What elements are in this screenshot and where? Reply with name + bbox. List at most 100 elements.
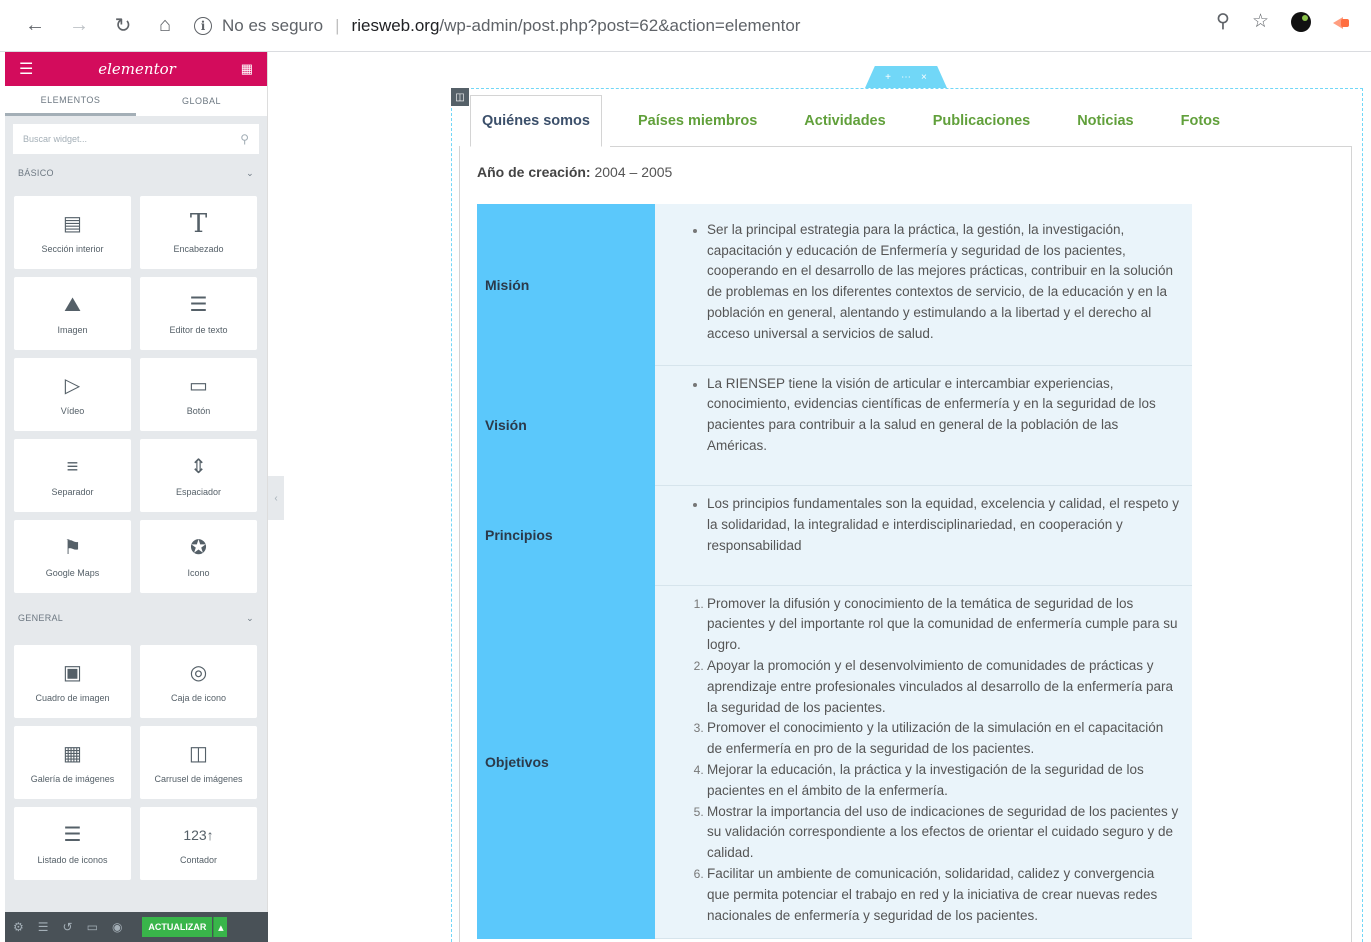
url-host: riesweb.org <box>351 15 440 35</box>
counter-icon: 123↑ <box>183 826 214 843</box>
text-editor-icon: ☰ <box>189 293 208 316</box>
reload-icon[interactable]: ↻ <box>108 11 138 41</box>
back-arrow-icon[interactable]: ← <box>20 11 50 41</box>
carousel-icon: ◫ <box>189 742 208 765</box>
icon-box-icon: ◎ <box>189 661 208 684</box>
tab-noticias[interactable]: Noticias <box>1066 95 1144 147</box>
browser-right-icons: ⚲ ☆ <box>1216 10 1351 33</box>
video-icon: ▷ <box>64 374 81 397</box>
widgets-grid-icon[interactable]: ▦ <box>241 61 253 77</box>
close-icon[interactable]: × <box>921 72 927 83</box>
widget-inner-section[interactable]: ▤ Sección interior <box>14 196 131 269</box>
map-icon: ⚑ <box>63 536 82 559</box>
add-section-icon[interactable]: + <box>885 72 891 83</box>
widget-label: Google Maps <box>45 567 100 578</box>
elementor-logo: elementor <box>98 60 176 78</box>
category-basic[interactable]: BÁSICO ⌄ <box>5 160 267 186</box>
responsive-mode-icon[interactable]: ▭ <box>87 920 98 934</box>
settings-gear-icon[interactable]: ⚙ <box>13 920 24 934</box>
security-status: No es seguro <box>222 15 324 35</box>
navigator-layers-icon[interactable]: ☰ <box>38 920 49 934</box>
table-row: Principios Los principios fundamentales … <box>477 485 1192 586</box>
column-handle-icon[interactable]: ◫ <box>451 88 469 106</box>
widget-text-editor[interactable]: ☰ Editor de texto <box>140 277 257 350</box>
extension-icon[interactable] <box>1291 11 1311 32</box>
widget-button[interactable]: ▭ Botón <box>140 358 257 431</box>
address-bar[interactable]: i No es seguro | riesweb.org /wp-admin/p… <box>194 9 800 43</box>
info-icon[interactable]: i <box>194 16 212 35</box>
widget-image[interactable]: ⛰ Imagen <box>14 277 131 350</box>
widget-carousel[interactable]: ◫ Carrusel de imágenes <box>140 726 257 799</box>
forward-arrow-icon[interactable]: → <box>64 11 94 41</box>
bookmark-star-icon[interactable]: ☆ <box>1252 10 1269 33</box>
button-icon: ▭ <box>189 374 208 397</box>
row-label: Misión <box>477 204 655 365</box>
widget-label: Editor de texto <box>169 324 228 335</box>
url-path: /wp-admin/post.php?post=62&action=elemen… <box>439 15 801 35</box>
widget-image-box[interactable]: ▣ Cuadro de imagen <box>14 645 131 718</box>
spacer-icon: ⇕ <box>190 455 207 478</box>
menu-icon[interactable]: ☰ <box>19 59 33 79</box>
tab-global[interactable]: GLOBAL <box>136 86 267 116</box>
basic-widgets-grid: ▤ Sección interior T Encabezado ⛰ Imagen ☰ E… <box>5 186 267 603</box>
creation-year: Año de creación: 2004 – 2005 <box>477 164 672 180</box>
list-item: Facilitar un ambiente de comunicación, s… <box>707 864 1180 926</box>
row-label: Principios <box>477 485 655 586</box>
numbered-list: Promover la difusión y conocimiento de l… <box>687 594 1180 927</box>
search-placeholder: Buscar widget... <box>23 134 88 144</box>
elementor-panel: ☰ elementor ▦ ELEMENTOS GLOBAL Buscar wi… <box>5 52 268 942</box>
widget-heading[interactable]: T Encabezado <box>140 196 257 269</box>
widget-counter[interactable]: 123↑ Contador <box>140 807 257 880</box>
search-icon: ⚲ <box>240 132 249 146</box>
table-row: Objetivos Promover la difusión y conocim… <box>477 585 1192 940</box>
tab-elementos[interactable]: ELEMENTOS <box>5 86 136 116</box>
heading-icon: T <box>189 208 208 239</box>
widget-google-maps[interactable]: ⚑ Google Maps <box>14 520 131 593</box>
list-item: Los principios fundamentales son la equi… <box>707 494 1180 556</box>
section-handle[interactable]: + ⋯ × <box>865 66 947 88</box>
widget-label: Contador <box>179 854 218 865</box>
save-options-button[interactable]: ▴ <box>213 917 228 937</box>
zoom-icon[interactable]: ⚲ <box>1216 10 1230 33</box>
widget-label: Cuadro de imagen <box>35 692 110 703</box>
history-icon[interactable]: ↺ <box>63 920 73 934</box>
bullet-list: Los principios fundamentales son la equi… <box>687 494 1180 556</box>
panel-collapse-handle[interactable]: ‹ <box>268 476 284 520</box>
widget-label: Imagen <box>57 324 88 335</box>
extension-arrow-icon[interactable] <box>1333 15 1351 29</box>
creation-year-label: Año de creación: <box>477 164 591 180</box>
icon-list-icon: ☰ <box>63 823 82 846</box>
widget-icon-box[interactable]: ◎ Caja de icono <box>140 645 257 718</box>
widget-icon[interactable]: ✪ Icono <box>140 520 257 593</box>
widget-label: Botón <box>186 405 211 416</box>
columns-icon: ▤ <box>63 212 82 235</box>
widget-video[interactable]: ▷ Vídeo <box>14 358 131 431</box>
image-box-icon: ▣ <box>63 661 82 684</box>
gallery-icon: ▦ <box>63 742 82 765</box>
tab-paises-miembros[interactable]: Países miembros <box>627 95 768 147</box>
widget-gallery[interactable]: ▦ Galería de imágenes <box>14 726 131 799</box>
table-row: Visión La RIENSEP tiene la visión de art… <box>477 365 1192 486</box>
star-icon: ✪ <box>190 536 207 559</box>
update-button[interactable]: ACTUALIZAR <box>142 917 213 937</box>
home-icon[interactable]: ⌂ <box>150 11 180 41</box>
preview-eye-icon[interactable]: ◉ <box>112 920 122 934</box>
url-separator: | <box>335 15 340 35</box>
row-label: Visión <box>477 365 655 486</box>
general-widgets-grid: ▣ Cuadro de imagen ◎ Caja de icono ▦ Galerí… <box>5 631 267 890</box>
bullet-list: La RIENSEP tiene la visión de articular … <box>687 374 1180 457</box>
widget-spacer[interactable]: ⇕ Espaciador <box>140 439 257 512</box>
tab-publicaciones[interactable]: Publicaciones <box>922 95 1042 147</box>
tab-quienes-somos[interactable]: Quiénes somos <box>470 95 602 147</box>
category-general[interactable]: GENERAL ⌄ <box>5 605 267 631</box>
list-item: Ser la principal estrategia para la prác… <box>707 220 1180 345</box>
drag-section-icon[interactable]: ⋯ <box>901 72 911 83</box>
row-content: Ser la principal estrategia para la prác… <box>655 204 1192 366</box>
widget-divider[interactable]: ≡ Separador <box>14 439 131 512</box>
tab-actividades[interactable]: Actividades <box>793 95 896 147</box>
widget-label: Listado de iconos <box>37 854 108 865</box>
widget-search-input[interactable]: Buscar widget... ⚲ <box>13 124 259 154</box>
category-basic-label: BÁSICO <box>18 168 54 178</box>
widget-icon-list[interactable]: ☰ Listado de iconos <box>14 807 131 880</box>
tab-fotos[interactable]: Fotos <box>1170 95 1231 147</box>
